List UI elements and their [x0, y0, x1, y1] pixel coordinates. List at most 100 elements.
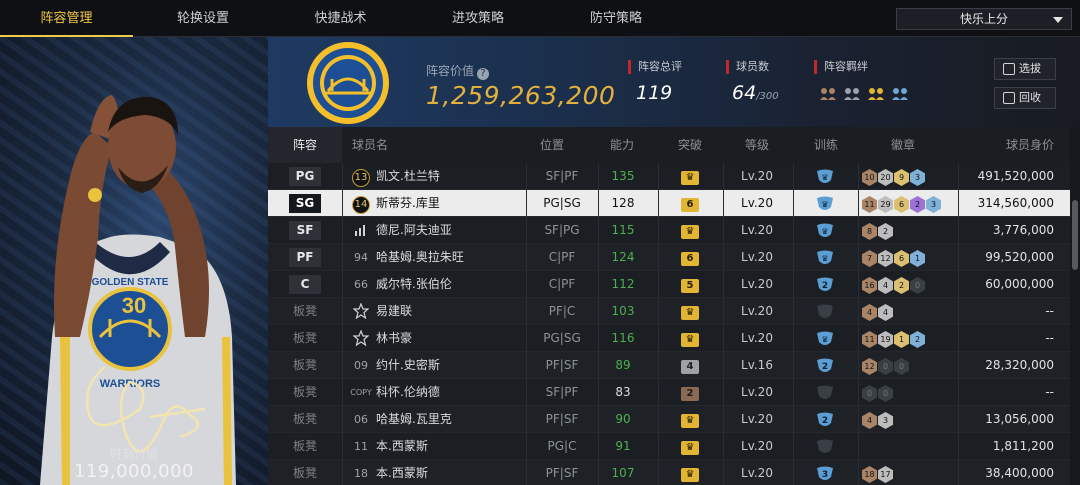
position-slot[interactable]: SG	[288, 190, 322, 217]
breakthrough-cell[interactable]: ♛	[673, 163, 707, 190]
bond-bronze-icon[interactable]	[818, 84, 838, 104]
tab-rotation-settings[interactable]: 轮换设置	[133, 0, 273, 37]
training-cell[interactable]: 2	[808, 352, 842, 379]
table-row[interactable]: 板凳 18 本.西蒙斯 PF|SF 107 ♛ Lv.20 3 18 17 38,400,000	[268, 460, 1070, 485]
col-ability[interactable]: 能力	[610, 127, 634, 163]
training-cell[interactable]: ♛	[808, 217, 842, 244]
breakthrough-cell[interactable]: ♛	[673, 460, 707, 485]
rating-bars-icon	[355, 225, 365, 236]
bond-diamond-icon[interactable]	[890, 84, 910, 104]
table-row[interactable]: 板凳 06 哈基姆.瓦里克 PF|SF 90 ♛ Lv.20 2 4 3 13,056,000	[268, 406, 1070, 433]
position-badge: C	[289, 275, 321, 294]
training-cell[interactable]: ♛	[808, 163, 842, 190]
table-row[interactable]: PF 94 哈基姆.奥拉朱旺 C|PF 124 6 Lv.20 ♛ 7 12 6 1 99,520,00…	[268, 244, 1070, 271]
position-slot[interactable]: PF	[288, 244, 322, 271]
badges-cell[interactable]: 10 20 9 3	[862, 163, 954, 190]
table-row[interactable]: C 66 威尔特.张伯伦 C|PF 112 5 Lv.20 2 16 4 2 0 60,000,000	[268, 271, 1070, 298]
help-icon[interactable]: ?	[477, 68, 490, 80]
tab-lineup-management[interactable]: 阵容管理	[0, 0, 133, 37]
player-name[interactable]: 凯文.杜兰特	[376, 163, 526, 190]
bond-silver-icon[interactable]	[842, 84, 862, 104]
breakthrough-cell[interactable]: ♛	[673, 298, 707, 325]
table-row[interactable]: SF 德尼.阿夫迪亚 SF|PG 115 ♛ Lv.20 ♛ 8 2 3,776,000	[268, 217, 1070, 244]
training-cell[interactable]	[808, 433, 842, 460]
player-name[interactable]: 德尼.阿夫迪亚	[376, 217, 526, 244]
player-name[interactable]: 易建联	[376, 298, 526, 325]
training-cell[interactable]: 3	[808, 460, 842, 485]
badges-cell[interactable]: 11 19 1 2	[862, 325, 954, 352]
badges-cell[interactable]: 12 0 0	[862, 352, 954, 379]
badges-cell[interactable]: 43	[862, 406, 954, 433]
tab-offense-strategy[interactable]: 进攻策略	[408, 0, 548, 37]
position-slot[interactable]: 板凳	[288, 325, 322, 352]
breakthrough-cell[interactable]: 6	[673, 244, 707, 271]
col-training[interactable]: 训练	[814, 127, 838, 163]
position-slot[interactable]: PG	[288, 163, 322, 190]
breakthrough-cell[interactable]: ♛	[673, 433, 707, 460]
badges-cell[interactable]: 7 12 6 1	[862, 244, 954, 271]
breakthrough-cell[interactable]: 5	[673, 271, 707, 298]
training-cell[interactable]: 2	[808, 406, 842, 433]
training-cell[interactable]: ♛	[808, 244, 842, 271]
position-slot[interactable]: 板凳	[288, 379, 322, 406]
badges-cell[interactable]: 18 17	[862, 460, 954, 485]
position-slot[interactable]: C	[288, 271, 322, 298]
col-lineup[interactable]: 阵容	[268, 127, 342, 163]
breakthrough-cell[interactable]: 6	[673, 190, 707, 217]
col-badges[interactable]: 徽章	[891, 127, 915, 163]
col-position[interactable]: 位置	[540, 127, 564, 163]
table-row[interactable]: SG 14 斯蒂芬.库里 PG|SG 128 6 Lv.20 ♛ 11 29 6 2 3 314,560,…	[268, 190, 1070, 217]
tab-quick-tactics[interactable]: 快捷战术	[273, 0, 408, 37]
position-slot[interactable]: 板凳	[288, 298, 322, 325]
position-slot[interactable]: SF	[288, 217, 322, 244]
breakthrough-cell[interactable]: ♛	[673, 406, 707, 433]
player-name[interactable]: 林书豪	[376, 325, 526, 352]
player-name[interactable]: 本.西蒙斯	[376, 433, 526, 460]
col-breakthrough[interactable]: 突破	[678, 127, 702, 163]
table-row[interactable]: 板凳 11 本.西蒙斯 PG|C 91 ♛ Lv.20 1,811,200	[268, 433, 1070, 460]
table-row[interactable]: 板凳 COPY 科怀.伦纳德 SF|PF 83 2 Lv.20 0 0 --	[268, 379, 1070, 406]
table-row[interactable]: 板凳 易建联 PF|C 103 ♛ Lv.20 4 4 --	[268, 298, 1070, 325]
table-row[interactable]: PG 13 凯文.杜兰特 SF|PF 135 ♛ Lv.20 ♛ 10 20 9 3 491,520,0…	[268, 163, 1070, 190]
position-slot[interactable]: 板凳	[288, 460, 322, 485]
mode-select[interactable]: 快乐上分	[896, 8, 1072, 30]
player-name[interactable]: 本.西蒙斯	[376, 460, 526, 485]
player-name[interactable]: 斯蒂芬.库里	[376, 190, 526, 217]
training-cell[interactable]	[808, 379, 842, 406]
tab-defense-strategy[interactable]: 防守策略	[548, 0, 684, 37]
player-positions: PG|SG	[543, 331, 581, 345]
training-cell[interactable]	[808, 298, 842, 325]
badges-cell[interactable]: 44	[862, 298, 954, 325]
pick-button[interactable]: 选拔	[994, 58, 1056, 80]
player-name[interactable]: 哈基姆.瓦里克	[376, 406, 526, 433]
training-cell[interactable]: 2	[808, 271, 842, 298]
position-slot[interactable]: 板凳	[288, 433, 322, 460]
breakthrough-cell[interactable]: ♛	[673, 325, 707, 352]
scrollbar-thumb[interactable]	[1072, 200, 1078, 270]
recycle-button[interactable]: 回收	[994, 87, 1056, 109]
col-player-price[interactable]: 球员身价	[1006, 127, 1054, 163]
bond-icons[interactable]	[818, 84, 910, 104]
column-divider	[793, 244, 794, 270]
player-name[interactable]: 约什.史密斯	[376, 352, 526, 379]
badges-cell[interactable]: 82	[862, 217, 954, 244]
badges-cell[interactable]: 11 29 6 2 3	[862, 190, 954, 217]
col-level[interactable]: 等级	[745, 127, 769, 163]
player-card[interactable]: GOLDEN STATE 30 WARRIORS 时刻价值 119,000,00…	[0, 37, 268, 485]
table-row[interactable]: 板凳 09 约什.史密斯 PF|SF 89 4 Lv.16 2 12 0 0 28,320,000	[268, 352, 1070, 379]
player-name[interactable]: 科怀.伦纳德	[376, 379, 526, 406]
player-name[interactable]: 威尔特.张伯伦	[376, 271, 526, 298]
position-slot[interactable]: 板凳	[288, 352, 322, 379]
breakthrough-cell[interactable]: ♛	[673, 217, 707, 244]
training-cell[interactable]: ♛	[808, 325, 842, 352]
badges-cell[interactable]: 00	[862, 379, 954, 406]
player-name[interactable]: 哈基姆.奥拉朱旺	[376, 244, 526, 271]
badges-cell[interactable]: 16 4 2 0	[862, 271, 954, 298]
breakthrough-cell[interactable]: 2	[673, 379, 707, 406]
bond-gold-icon[interactable]	[866, 84, 886, 104]
position-slot[interactable]: 板凳	[288, 406, 322, 433]
training-cell[interactable]: ♛	[808, 190, 842, 217]
table-row[interactable]: 板凳 林书豪 PG|SG 116 ♛ Lv.20 ♛ 11 19 1 2 --	[268, 325, 1070, 352]
badges-cell[interactable]	[862, 433, 954, 460]
breakthrough-cell[interactable]: 4	[673, 352, 707, 379]
